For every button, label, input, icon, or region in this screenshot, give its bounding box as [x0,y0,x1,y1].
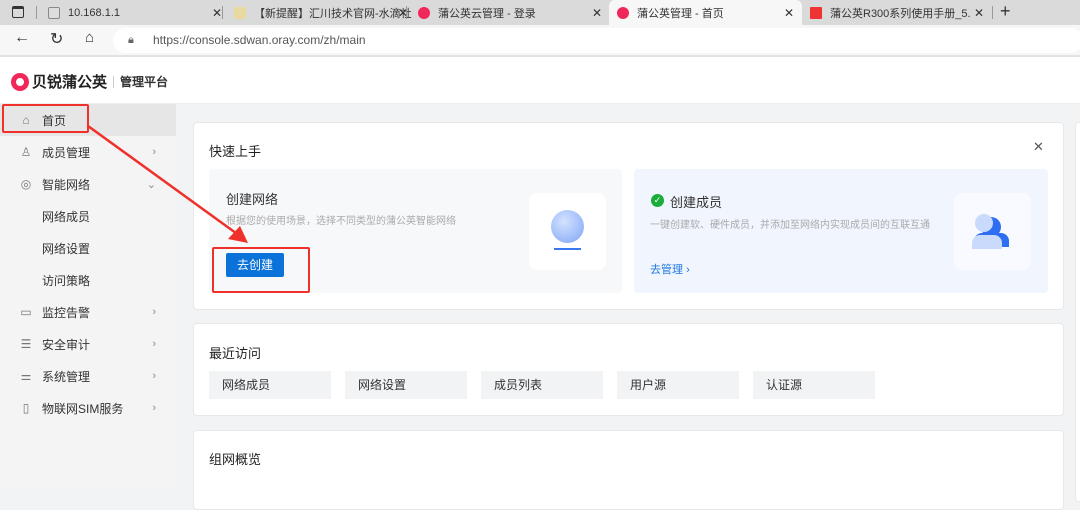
annotation-arrow [87,124,248,243]
